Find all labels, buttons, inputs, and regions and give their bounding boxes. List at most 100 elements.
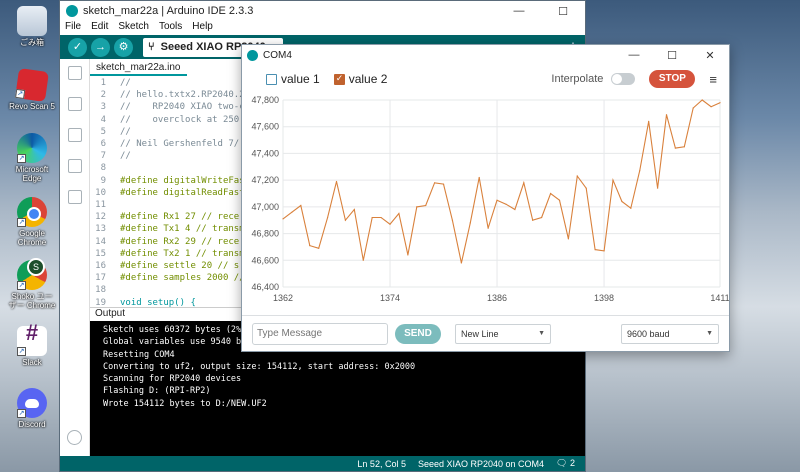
desktop-icon-chrome-profile[interactable]: ↗ Shoko ユーザー Chrome [8,258,56,310]
line-ending-select[interactable]: New Line ▼ [455,323,551,344]
desktop-icon-edge[interactable]: ↗ Microsoft Edge [8,133,56,183]
line-text: #define digitalWriteFas [120,175,245,186]
menu-help[interactable]: Help [192,21,213,35]
desktop-icon-discord[interactable]: ↗ Discord [8,388,56,429]
line-number: 9 [100,175,106,186]
desktop-icon-recycle-bin[interactable]: ごみ箱 [8,6,56,47]
account-icon[interactable] [67,430,82,445]
boards-manager-icon[interactable] [67,97,82,111]
ide-title-bar[interactable]: sketch_mar22a | Arduino IDE 2.3.3 — ☐ [60,1,585,21]
line-text: // Neil Gershenfeld 7/ [120,139,240,150]
line-number: 16 [95,261,106,272]
verify-button[interactable]: ✓ [68,37,87,57]
menu-sketch[interactable]: Sketch [118,21,149,35]
data-point [549,192,552,195]
notifications-count: 2 [569,458,575,468]
debug-panel-icon[interactable] [67,159,82,173]
desktop-icon-chrome[interactable]: ↗ Google Chrome [8,197,56,247]
data-point [532,219,534,221]
minimize-button[interactable]: — [497,5,541,18]
legend-value-2[interactable]: value 2 [333,72,387,86]
data-point [612,179,614,181]
maximize-button[interactable]: ☐ [541,5,585,18]
data-point [576,175,578,177]
line-text: // overclock at 250 [120,114,240,125]
data-point [469,222,471,224]
data-point [683,146,685,148]
discord-icon: ↗ [17,388,47,418]
notifications-indicator[interactable]: 🗨 2 [556,458,575,469]
baud-value: 9600 baud [627,328,670,339]
clear-menu-icon[interactable]: ≡ [709,72,717,87]
line-text: #define Rx1 27 // rece [120,212,240,223]
data-point [514,208,516,211]
desktop-icon-label: Google Chrome [17,229,47,247]
file-tab[interactable]: sketch_mar22a.ino [90,59,187,76]
line-number: 8 [100,163,106,174]
board-port-status[interactable]: Seeed XIAO RP2040 on COM4 [418,459,544,469]
recycle-bin-icon [17,6,47,36]
y-tick-label: 47,600 [251,122,279,132]
series-line-value-2 [282,99,721,264]
x-tick-label: 1362 [273,293,293,303]
data-point [665,114,668,116]
ide-sidebar [60,59,90,461]
minimize-button[interactable]: — [615,49,653,62]
line-number: 7 [100,151,106,162]
plotter-window-title: COM4 [263,49,292,61]
line-text: #define Rx2 29 // rece [120,236,240,247]
data-point [318,247,320,249]
menu-tools[interactable]: Tools [159,21,182,35]
line-number: 15 [95,248,106,259]
maximize-button[interactable]: ☐ [653,49,691,62]
desktop-icon-label: ごみ箱 [20,38,44,47]
data-point [291,211,293,213]
data-point [442,183,445,185]
line-number: 13 [95,224,106,235]
cursor-position[interactable]: Ln 52, Col 5 [357,459,406,469]
value-1-checkbox[interactable] [266,73,277,85]
menu-file[interactable]: File [65,21,81,35]
close-button[interactable]: ✕ [691,49,729,62]
desktop-icon-label: Microsoft Edge [15,165,49,183]
arduino-logo-icon [66,5,78,17]
interpolate-label: Interpolate [551,73,604,85]
legend-value-1[interactable]: value 1 [266,72,320,86]
plot-area: 46,400 46,600 46,800 47,000 47,200 47,400 47,6… [242,93,729,317]
line-number: 2 [100,90,106,101]
stop-button[interactable]: STOP [649,70,696,88]
data-point [594,249,596,251]
data-point [371,216,373,219]
desktop-icon-revo-scan[interactable]: ↗ Revo Scan 5 [8,68,56,111]
usb-icon: ⑂ [148,41,155,53]
data-point [523,182,525,184]
plotter-toolbar: value 1 value 2 Interpolate STOP ≡ [242,65,729,93]
y-tick-label: 46,400 [251,282,279,292]
plotter-title-bar[interactable]: COM4 — ☐ ✕ [242,45,729,65]
x-tick-label: 1374 [380,293,400,303]
desktop-icon-slack[interactable]: ↗ Slack [8,326,56,367]
data-point [496,199,498,201]
data-point [603,250,605,252]
data-point [380,216,382,219]
desktop-icon-label: Discord [18,420,46,429]
line-text: #define samples 2000 // [120,273,245,284]
send-button[interactable]: SEND [395,323,441,344]
baud-select[interactable]: 9600 baud ▼ [621,323,719,344]
sketchbook-icon[interactable] [67,66,82,80]
data-point [300,204,302,207]
interpolate-toggle[interactable] [611,73,636,85]
search-icon[interactable] [67,190,82,204]
line-number: 1 [100,78,106,88]
value-2-checkbox[interactable] [333,73,345,85]
upload-button[interactable]: → [91,37,110,57]
data-point [451,219,454,221]
debug-button[interactable]: ⚙ [114,37,133,57]
menu-edit[interactable]: Edit [91,21,108,35]
serial-plotter-window: COM4 — ☐ ✕ value 1 value 2 Interpolate S… [241,44,730,352]
data-point [407,254,409,256]
y-tick-label: 47,400 [251,148,279,158]
data-point [344,219,347,221]
message-input[interactable] [252,322,388,345]
library-manager-icon[interactable] [67,128,82,142]
